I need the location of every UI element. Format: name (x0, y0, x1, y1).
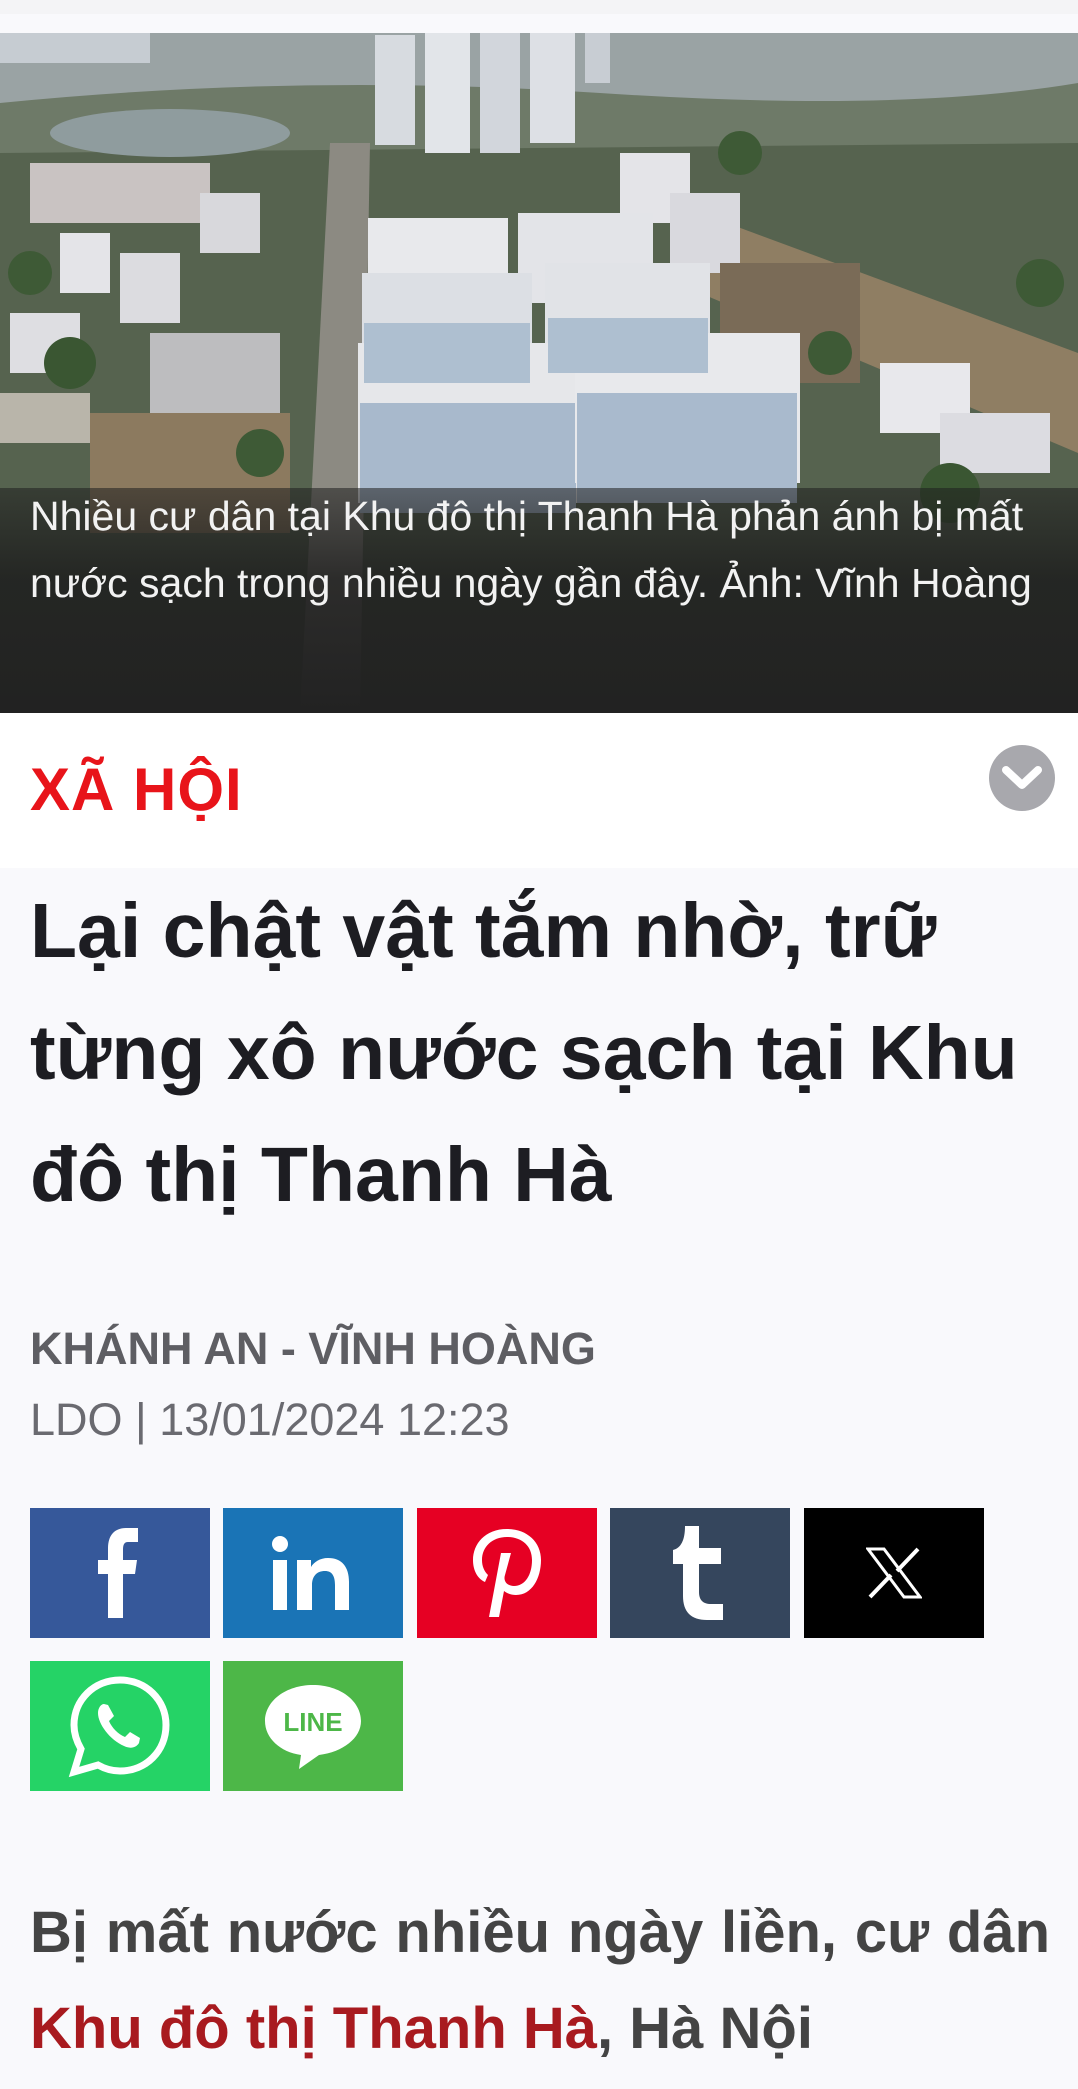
lead-link[interactable]: Khu đô thị Thanh Hà (30, 1996, 597, 2061)
x-share-button[interactable] (804, 1508, 984, 1638)
article-author: KHÁNH AN - VĨNH HOÀNG (30, 1323, 596, 1374)
whatsapp-icon (68, 1676, 170, 1778)
pinterest-share-button[interactable] (417, 1508, 597, 1638)
article-headline: Lại chật vật tắm nhờ, trữ từng xô nước s… (30, 888, 1018, 1218)
article-lead: Bị mất nước nhiều ngày liền, cư dân Khu … (30, 1885, 1050, 2077)
facebook-icon (98, 1528, 138, 1618)
status-strip (0, 0, 1078, 14)
linkedin-icon (272, 1536, 349, 1610)
tumblr-icon (673, 1526, 723, 1620)
line-label: LINE (283, 1707, 342, 1737)
linkedin-share-button[interactable] (223, 1508, 403, 1638)
tumblr-share-button[interactable] (610, 1508, 790, 1638)
facebook-share-button[interactable] (30, 1508, 210, 1638)
lead-text-2: , Hà Nội (597, 1996, 813, 2061)
pinterest-icon (473, 1529, 541, 1617)
line-share-button[interactable]: LINE (223, 1661, 403, 1791)
image-caption: Nhiều cư dân tại Khu đô thị Thanh Hà phả… (30, 493, 1032, 606)
x-icon (866, 1547, 922, 1599)
lead-text-1: Bị mất nước nhiều ngày liền, cư dân (30, 1900, 1050, 1965)
section-label[interactable]: XÃ HỘI (30, 755, 243, 824)
whatsapp-share-button[interactable] (30, 1661, 210, 1791)
chevron-down-icon[interactable] (989, 745, 1055, 811)
article-meta: LDO | 13/01/2024 12:23 (30, 1394, 510, 1445)
line-icon: LINE (265, 1685, 361, 1769)
